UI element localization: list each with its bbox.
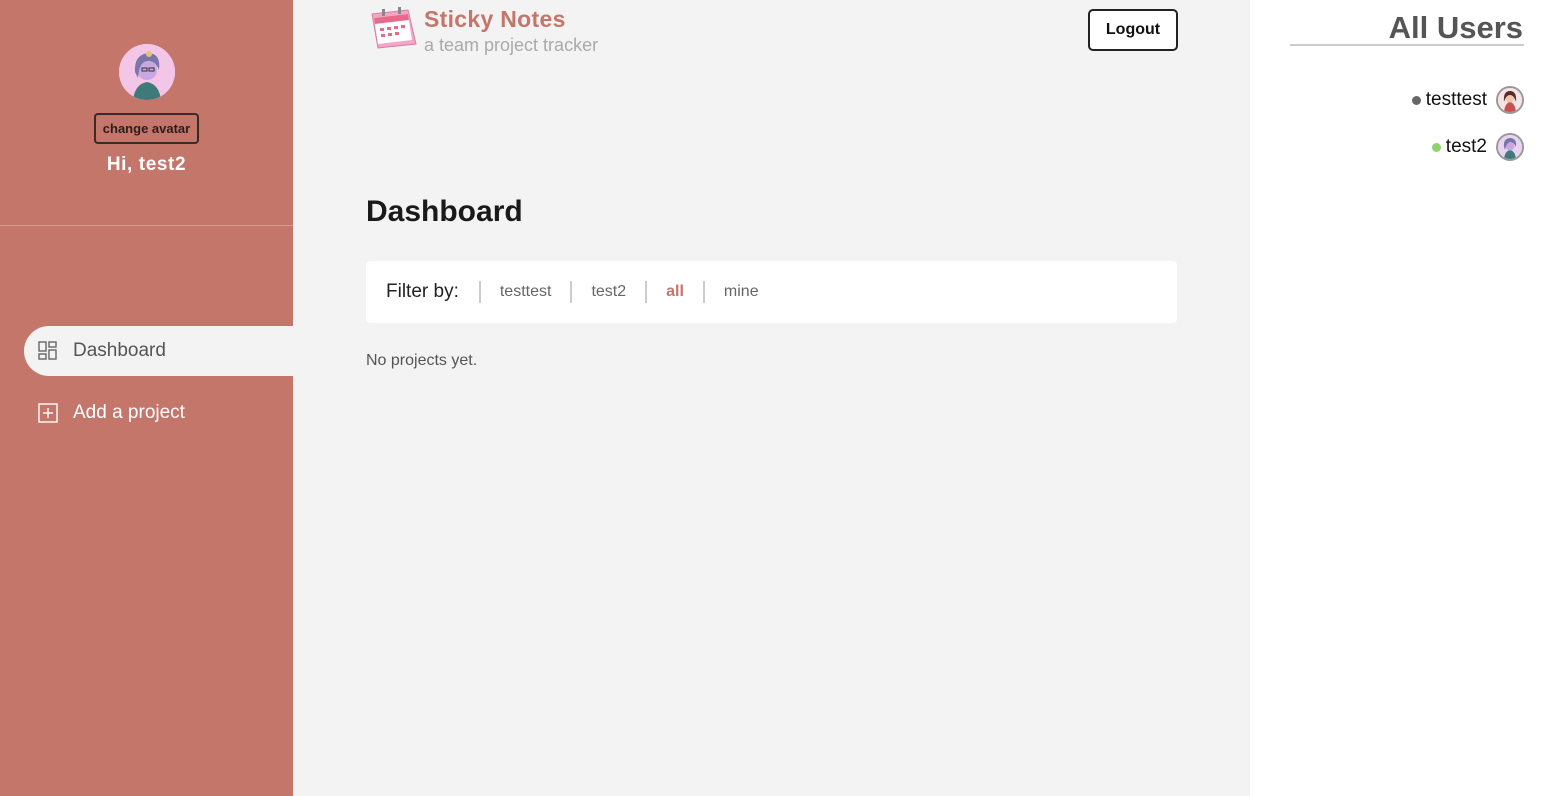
- user-avatar: [1496, 86, 1524, 114]
- change-avatar-button[interactable]: change avatar: [93, 113, 200, 144]
- sidebar-user-block: change avatar Hi, test2: [0, 0, 293, 226]
- grid-icon: [38, 341, 58, 361]
- status-dot-offline: [1411, 95, 1421, 105]
- user-list-item[interactable]: test2: [1431, 133, 1524, 161]
- sidebar-item-label: Dashboard: [73, 340, 166, 361]
- user-avatar: [118, 44, 175, 100]
- status-dot-online: [1431, 142, 1441, 152]
- sidebar-item-dashboard[interactable]: Dashboard: [24, 326, 293, 376]
- app-subtitle: a team project tracker: [424, 35, 599, 55]
- filter-bar: Filter by: testtest test2 all mine: [366, 261, 1177, 323]
- empty-projects-message: No projects yet.: [366, 352, 478, 369]
- filter-option-mine[interactable]: mine: [702, 281, 778, 303]
- filter-option-testtest[interactable]: testtest: [478, 281, 571, 303]
- sidebar: change avatar Hi, test2 Dashboard Add a …: [0, 0, 293, 796]
- sidebar-nav: Dashboard Add a project: [0, 326, 293, 438]
- brand: Sticky Notes a team project tracker: [368, 6, 598, 58]
- logout-button[interactable]: Logout: [1088, 9, 1178, 51]
- main-content: Sticky Notes a team project tracker Logo…: [293, 0, 1250, 796]
- app-title: Sticky Notes: [424, 6, 566, 32]
- filter-option-test2[interactable]: test2: [570, 281, 645, 303]
- divider: [1290, 44, 1524, 46]
- sidebar-item-add-project[interactable]: Add a project: [24, 388, 293, 438]
- user-list-item[interactable]: testtest: [1411, 86, 1524, 114]
- greeting: Hi, test2: [106, 154, 187, 175]
- user-name: test2: [1445, 136, 1487, 157]
- user-avatar: [1496, 133, 1524, 161]
- sidebar-item-label: Add a project: [73, 402, 185, 423]
- brand-text: Sticky Notes a team project tracker: [424, 6, 598, 58]
- filter-label: Filter by:: [386, 281, 459, 302]
- filter-option-all[interactable]: all: [645, 281, 703, 303]
- plus-square-icon: [38, 403, 58, 423]
- calendar-icon: [368, 6, 418, 50]
- users-panel: All Users testtest test2: [1250, 0, 1563, 796]
- users-title: All Users: [1388, 10, 1523, 45]
- page-title: Dashboard: [366, 195, 523, 228]
- user-name: testtest: [1425, 89, 1487, 110]
